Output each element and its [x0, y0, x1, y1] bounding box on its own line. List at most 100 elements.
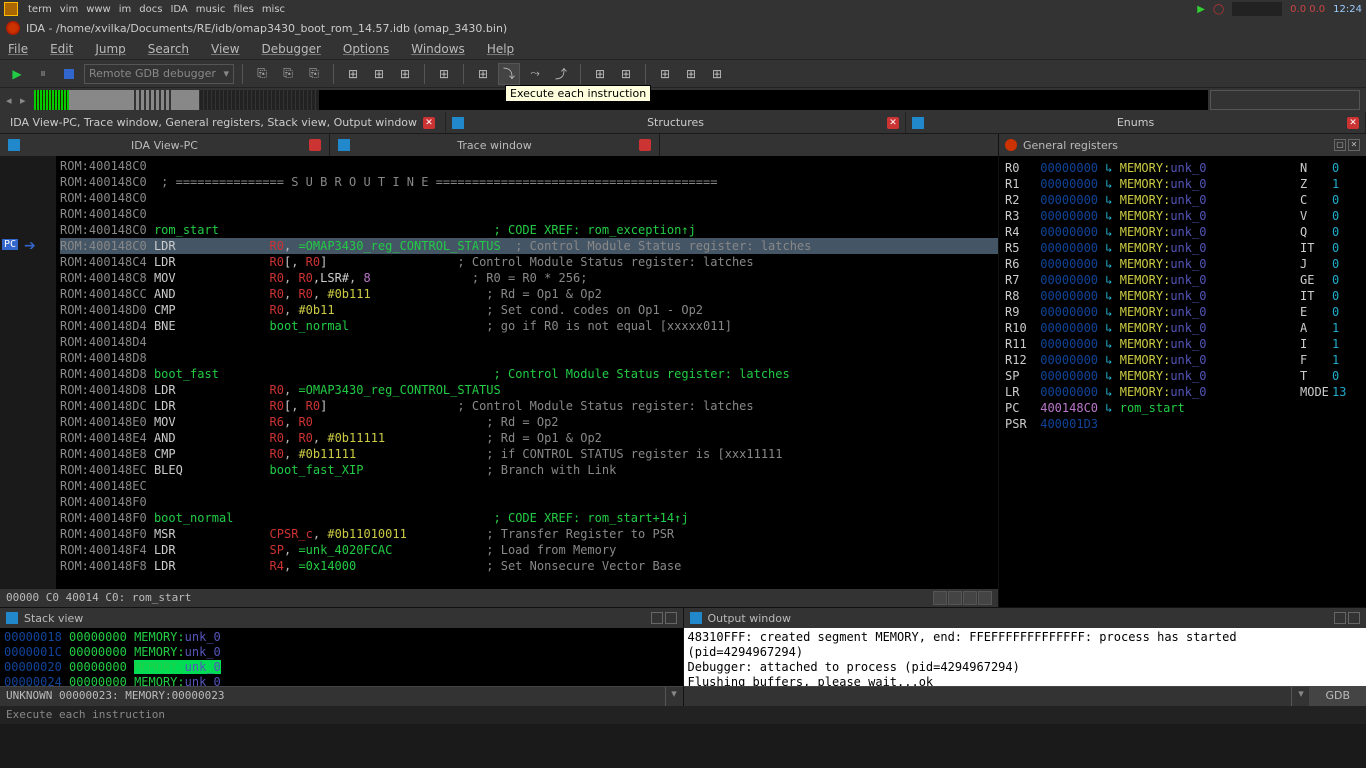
main-tab[interactable]: IDA View-PC, Trace window, General regis…: [0, 112, 446, 133]
close-icon[interactable]: [309, 139, 321, 151]
toolbar-btn-6[interactable]: ⊞: [394, 63, 416, 85]
clock: 12:24: [1333, 4, 1362, 15]
toolbar-btn-7[interactable]: ⊞: [433, 63, 455, 85]
main-toolbar: ▶ ⏸ Remote GDB debugger▾ ⎘ ⎘ ⎘ ⊞ ⊞ ⊞ ⊞ ⊞…: [0, 60, 1366, 88]
stack-panel-title: Stack view: [0, 608, 683, 628]
main-tab[interactable]: Structures ✕: [446, 112, 906, 133]
close-icon[interactable]: [639, 139, 651, 151]
tab-label: Enums: [1117, 116, 1154, 129]
cpu-graph: [1232, 2, 1282, 16]
stop-button[interactable]: [58, 63, 80, 85]
panel-restore-button[interactable]: [1334, 612, 1346, 624]
step-into-button[interactable]: ⤵: [498, 63, 520, 85]
taskbar-launcher-icon[interactable]: [4, 2, 18, 16]
debugger-select-label: Remote GDB debugger: [89, 67, 216, 80]
close-icon[interactable]: ✕: [887, 117, 899, 129]
toolbar-btn-12[interactable]: ⊞: [589, 63, 611, 85]
pc-arrow-icon: ➔: [24, 238, 36, 254]
stack-statusbar: UNKNOWN 00000023: MEMORY:00000023: [0, 687, 665, 706]
close-icon[interactable]: ✕: [1347, 117, 1359, 129]
registers-icon: [1005, 139, 1017, 151]
nav-prev-icon[interactable]: ◂: [6, 94, 18, 107]
panel-close-button[interactable]: [665, 612, 677, 624]
output-title-label: Output window: [708, 612, 791, 625]
output-input[interactable]: [684, 687, 1292, 706]
menu-edit[interactable]: Edit: [50, 42, 73, 56]
stack-dropdown-button[interactable]: ▾: [665, 687, 683, 706]
debugger-select[interactable]: Remote GDB debugger▾: [84, 64, 234, 84]
main-tab[interactable]: Enums ✕: [906, 112, 1366, 133]
taskbar-item[interactable]: www: [86, 4, 111, 15]
tab-icon: [452, 117, 464, 129]
panel-restore-button[interactable]: [651, 612, 663, 624]
toolbar-btn-16[interactable]: ⊞: [706, 63, 728, 85]
registers-view[interactable]: R0 00000000 ↳ MEMORY:unk_0R1 00000000 ↳ …: [999, 156, 1366, 607]
taskbar-item[interactable]: IDA: [170, 4, 187, 15]
stack-title-label: Stack view: [24, 612, 83, 625]
window-title: IDA - /home/xvilka/Documents/RE/idb/omap…: [26, 22, 507, 35]
registers-panel-title: General registers ▢✕: [999, 134, 1366, 156]
pc-badge: PC: [2, 239, 18, 250]
step-over-button[interactable]: ⤳: [524, 63, 546, 85]
taskbar-item[interactable]: misc: [262, 4, 285, 15]
disasm-gutter: PC ➔: [0, 156, 56, 589]
tab-label: Trace window: [457, 139, 531, 152]
menu-jump[interactable]: Jump: [95, 42, 125, 56]
output-panel-title: Output window: [684, 608, 1366, 628]
menu-windows[interactable]: Windows: [411, 42, 465, 56]
disassembly-view[interactable]: ROM:400148C0 ROM:400148C0 ; ============…: [56, 156, 998, 589]
navigation-band[interactable]: ◂ ▸: [0, 88, 1366, 112]
step-out-button[interactable]: ⤴: [550, 63, 572, 85]
menu-view[interactable]: View: [211, 42, 239, 56]
menu-file[interactable]: File: [8, 42, 28, 56]
toolbar-btn-15[interactable]: ⊞: [680, 63, 702, 85]
cpu-text: 0.0 0.0: [1290, 4, 1325, 15]
output-dropdown-button[interactable]: ▾: [1291, 687, 1309, 706]
ida-app-icon: [6, 21, 20, 35]
tab-label: IDA View-PC: [131, 139, 198, 152]
panel-close-button[interactable]: [1348, 612, 1360, 624]
taskbar-item[interactable]: docs: [139, 4, 162, 15]
gdb-tab[interactable]: GDB: [1309, 687, 1366, 706]
statusbar: Execute each instruction: [0, 706, 1366, 724]
panel-close-button[interactable]: ✕: [1348, 139, 1360, 151]
sub-tabstrip: IDA View-PC Trace window: [0, 134, 998, 156]
menubar: File Edit Jump Search View Debugger Options Win…: [0, 38, 1366, 60]
tab-icon: [8, 139, 20, 151]
nav-dropdown[interactable]: [1210, 90, 1360, 110]
toolbar-btn-4[interactable]: ⊞: [342, 63, 364, 85]
toolbar-btn-14[interactable]: ⊞: [654, 63, 676, 85]
stack-view[interactable]: 00000018 00000000 MEMORY:unk_00000001C 0…: [0, 628, 683, 686]
main-tabstrip: IDA View-PC, Trace window, General regis…: [0, 112, 1366, 134]
pause-button[interactable]: ⏸: [32, 63, 54, 85]
taskbar-item[interactable]: vim: [60, 4, 78, 15]
tray-icon-2[interactable]: ◯: [1213, 4, 1224, 15]
taskbar-item[interactable]: files: [233, 4, 253, 15]
menu-search[interactable]: Search: [148, 42, 189, 56]
taskbar-item[interactable]: im: [119, 4, 132, 15]
run-button[interactable]: ▶: [6, 63, 28, 85]
panel-restore-button[interactable]: ▢: [1334, 139, 1346, 151]
toolbar-btn-8[interactable]: ⊞: [472, 63, 494, 85]
tab-icon: [912, 117, 924, 129]
toolbar-btn-5[interactable]: ⊞: [368, 63, 390, 85]
menu-debugger[interactable]: Debugger: [262, 42, 321, 56]
close-icon[interactable]: ✕: [423, 117, 435, 129]
taskbar-item[interactable]: music: [196, 4, 226, 15]
tab-label: Structures: [647, 116, 704, 129]
nav-next-icon[interactable]: ▸: [20, 94, 32, 107]
toolbar-btn-1[interactable]: ⎘: [251, 63, 273, 85]
sub-tab[interactable]: Trace window: [330, 134, 660, 156]
window-titlebar: IDA - /home/xvilka/Documents/RE/idb/omap…: [0, 18, 1366, 38]
taskbar-item[interactable]: term: [28, 4, 52, 15]
tray-icon-1[interactable]: ▶: [1197, 4, 1205, 15]
toolbar-btn-2[interactable]: ⎘: [277, 63, 299, 85]
output-view[interactable]: 48310FFF: created segment MEMORY, end: F…: [684, 628, 1366, 686]
menu-help[interactable]: Help: [487, 42, 514, 56]
toolbar-btn-13[interactable]: ⊞: [615, 63, 637, 85]
menu-options[interactable]: Options: [343, 42, 389, 56]
tab-label: IDA View-PC, Trace window, General regis…: [10, 116, 417, 129]
sub-tab[interactable]: IDA View-PC: [0, 134, 330, 156]
registers-title-label: General registers: [1023, 139, 1118, 152]
toolbar-btn-3[interactable]: ⎘: [303, 63, 325, 85]
